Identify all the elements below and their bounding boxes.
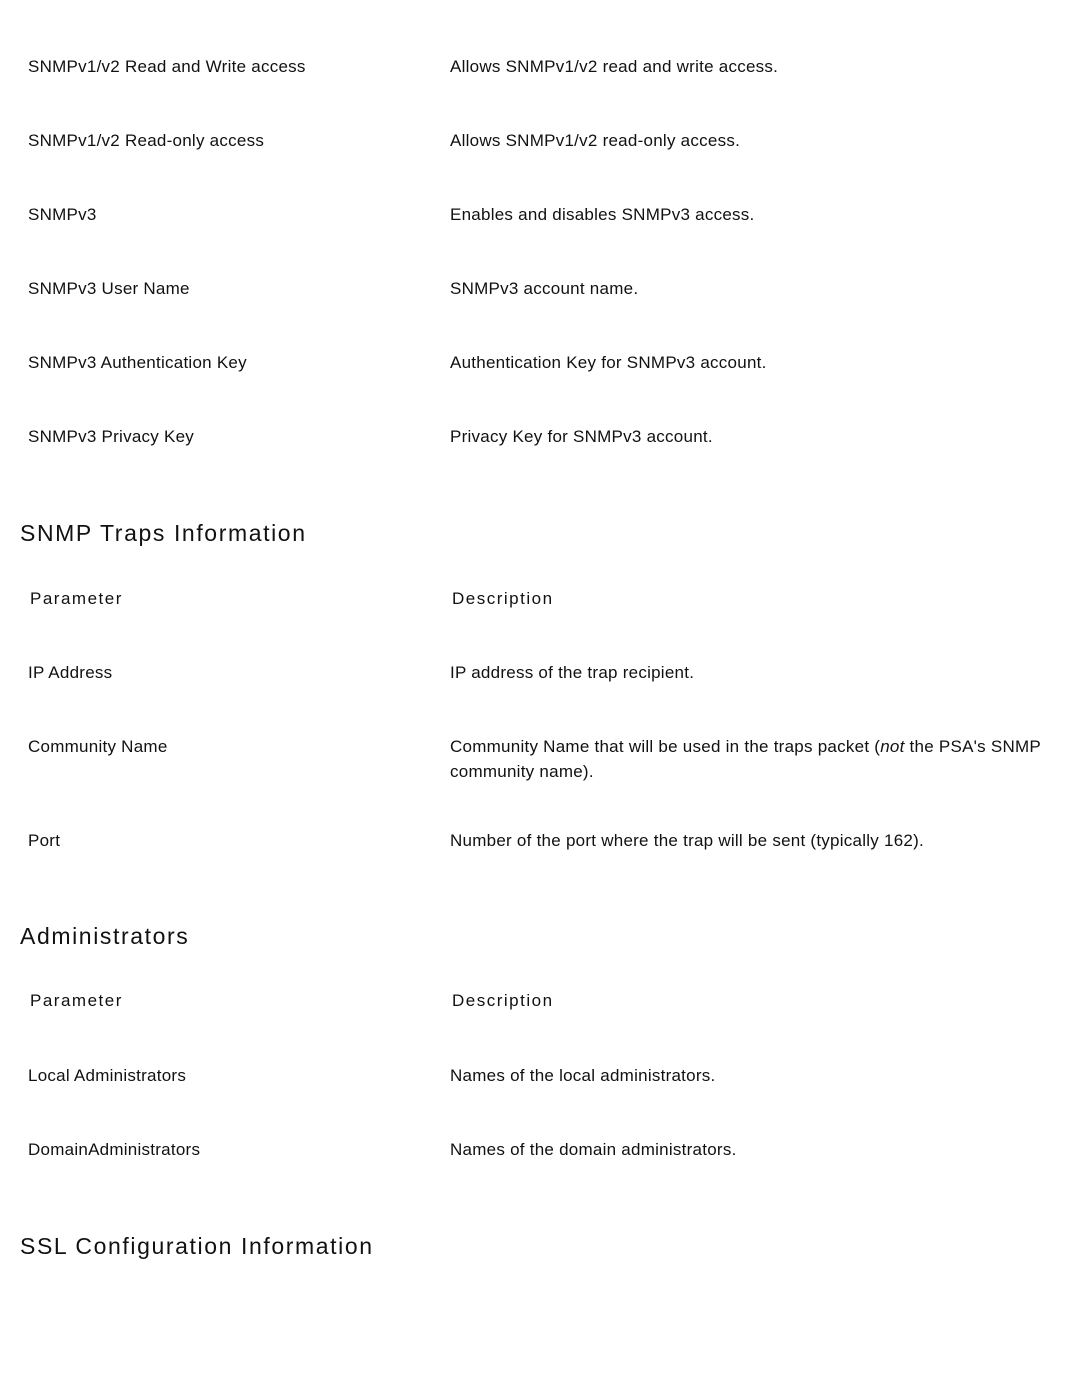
table-row: IP Address IP address of the trap recipi…: [0, 660, 1080, 685]
table-row: SNMPv3 Enables and disables SNMPv3 acces…: [0, 202, 1080, 227]
table-row: SNMPv1/v2 Read-only access Allows SNMPv1…: [0, 128, 1080, 153]
parameter-cell: SNMPv3 Privacy Key: [28, 427, 195, 446]
description-emphasis: not: [880, 737, 905, 756]
column-header-description: Description: [452, 991, 554, 1010]
table-row: Port Number of the port where the trap w…: [0, 828, 1080, 853]
table-row: SNMPv3 Privacy Key Privacy Key for SNMPv…: [0, 424, 1080, 449]
description-cell: IP address of the trap recipient.: [450, 663, 695, 682]
table-header-row: Parameter Description: [0, 586, 1080, 611]
parameter-cell: SNMPv3 Authentication Key: [28, 353, 247, 372]
description-cell: Allows SNMPv1/v2 read and write access.: [450, 57, 779, 76]
parameter-cell: DomainAdministrators: [28, 1140, 201, 1159]
table-row: SNMPv3 Authentication Key Authentication…: [0, 350, 1080, 375]
column-header-parameter: Parameter: [30, 589, 123, 608]
parameter-cell: Community Name: [28, 737, 168, 756]
description-cell: Number of the port where the trap will b…: [450, 831, 925, 850]
table-row: Community Name Community Name that will …: [0, 734, 1080, 784]
column-header-parameter: Parameter: [30, 991, 123, 1010]
table-row: SNMPv3 User Name SNMPv3 account name.: [0, 276, 1080, 301]
description-cell: Authentication Key for SNMPv3 account.: [450, 353, 767, 372]
description-cell: Community Name that will be used in the …: [425, 734, 1052, 784]
parameter-cell: IP Address: [28, 663, 113, 682]
parameter-cell: SNMPv1/v2 Read and Write access: [28, 57, 306, 76]
parameter-cell: Local Administrators: [28, 1066, 187, 1085]
parameter-cell: Port: [28, 831, 61, 850]
parameter-cell: SNMPv3 User Name: [28, 279, 190, 298]
table-row: Local Administrators Names of the local …: [0, 1063, 1080, 1088]
table-row: SNMPv1/v2 Read and Write access Allows S…: [0, 54, 1080, 79]
description-cell: Privacy Key for SNMPv3 account.: [450, 427, 713, 446]
description-cell: Enables and disables SNMPv3 access.: [450, 205, 755, 224]
description-cell: Names of the local administrators.: [450, 1066, 716, 1085]
table-row: DomainAdministrators Names of the domain…: [0, 1137, 1080, 1162]
parameter-cell: SNMPv3: [28, 205, 97, 224]
description-cell: Allows SNMPv1/v2 read-only access.: [450, 131, 741, 150]
table-header-row: Parameter Description: [0, 988, 1080, 1013]
description-cell: SNMPv3 account name.: [450, 279, 639, 298]
section-heading-snmp-traps: SNMP Traps Information: [20, 520, 307, 546]
section-heading-administrators: Administrators: [20, 923, 190, 949]
parameter-cell: SNMPv1/v2 Read-only access: [28, 131, 265, 150]
column-header-description: Description: [452, 589, 554, 608]
description-cell: Names of the domain administrators.: [450, 1140, 737, 1159]
section-heading-ssl-configuration: SSL Configuration Information: [20, 1233, 374, 1259]
description-text-lead: Community Name that will be used in the …: [450, 737, 881, 756]
document-page: SNMPv1/v2 Read and Write access Allows S…: [0, 0, 1080, 1397]
